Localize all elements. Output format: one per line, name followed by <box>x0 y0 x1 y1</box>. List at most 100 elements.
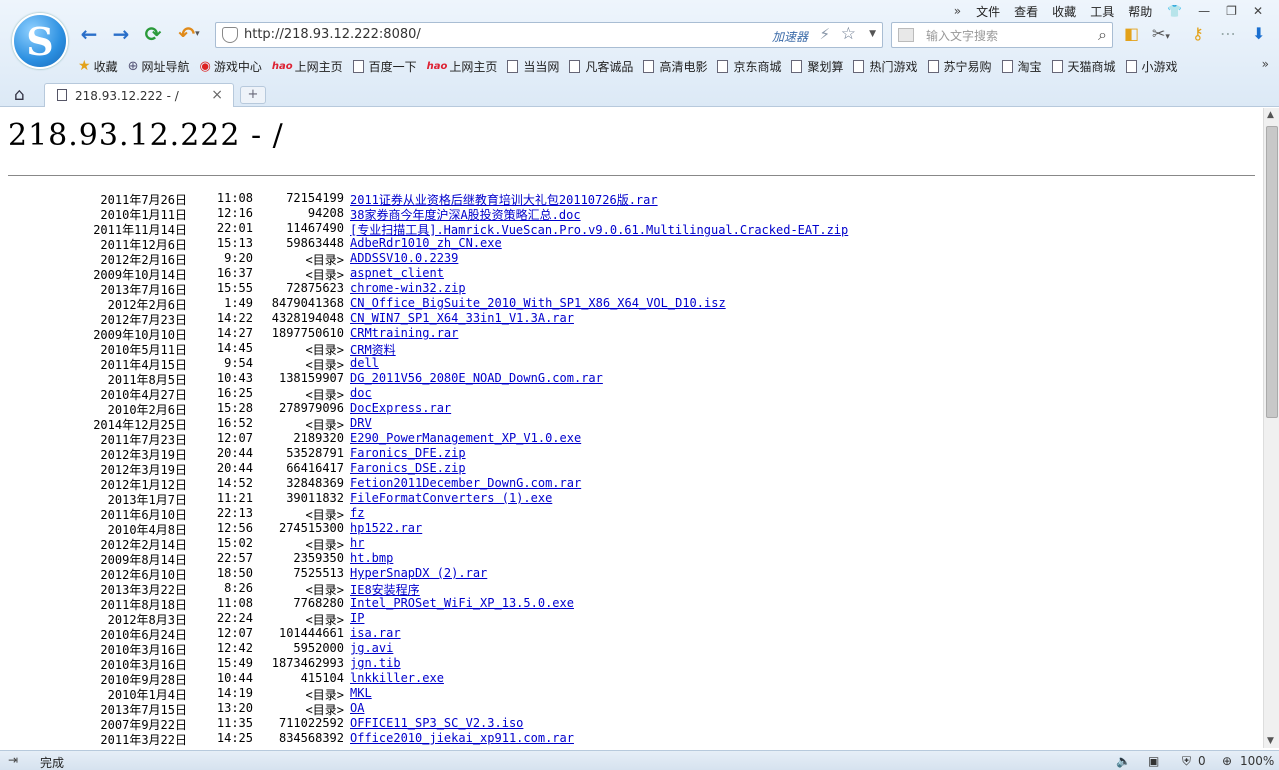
entry-link[interactable]: Faronics_DSE.zip <box>350 461 466 475</box>
entry-link[interactable]: ht.bmp <box>350 551 393 565</box>
address-dropdown-icon[interactable]: ▼ <box>869 29 876 39</box>
entry-link[interactable]: jg.avi <box>350 641 393 655</box>
favorite-item[interactable]: 当当网 <box>507 58 559 75</box>
entry-time: 12:56 <box>216 521 253 535</box>
entry-link[interactable]: Faronics_DFE.zip <box>350 446 466 460</box>
favorite-item[interactable]: 百度一下 <box>352 58 417 75</box>
search-placeholder[interactable]: 输入文字搜索 <box>926 27 998 44</box>
favorite-item[interactable]: 热门游戏 <box>853 58 918 75</box>
listing-row: 2012年2月14日 15:02 <目录> hr <box>0 536 1000 552</box>
volume-icon[interactable]: 🔈 <box>1116 754 1131 768</box>
close-window-icon[interactable]: ✕ <box>1245 4 1271 18</box>
key-icon[interactable]: ⚷ <box>1192 24 1204 43</box>
entry-link[interactable]: CN_WIN7_SP1_X64_33in1_V1.3A.rar <box>350 311 574 325</box>
entry-link[interactable]: dell <box>350 356 379 370</box>
zoom-level[interactable]: 100% <box>1240 754 1274 768</box>
favorite-item[interactable]: 淘宝 <box>1001 58 1042 75</box>
entry-link[interactable]: DRV <box>350 416 372 430</box>
menu-tools[interactable]: 工具 <box>1083 3 1121 20</box>
entry-link[interactable]: IP <box>350 611 364 625</box>
entry-link[interactable]: doc <box>350 386 372 400</box>
entry-link[interactable]: isa.rar <box>350 626 401 640</box>
search-box[interactable]: 输入文字搜索 ⌕ <box>891 22 1113 48</box>
search-icon[interactable]: ⌕ <box>1098 25 1107 45</box>
menu-favorites[interactable]: 收藏 <box>1045 3 1083 20</box>
favorite-item[interactable]: hao 上网主页 <box>427 58 498 75</box>
entry-link[interactable]: fz <box>350 506 364 520</box>
download-icon[interactable]: ⬇ <box>1252 24 1265 43</box>
expand-icon[interactable]: » <box>946 4 969 18</box>
sidebar-toggle-icon[interactable]: ⇥ <box>8 753 18 767</box>
page-icon <box>507 59 519 73</box>
entry-link[interactable]: DocExpress.rar <box>350 401 451 415</box>
scrollbar-thumb[interactable] <box>1266 126 1278 418</box>
entry-link[interactable]: hr <box>350 536 364 550</box>
entry-link[interactable]: Intel_PROSet_WiFi_XP_13.5.0.exe <box>350 596 574 610</box>
entry-time: 10:44 <box>216 671 253 685</box>
scissors-icon[interactable]: ✂▾ <box>1152 24 1170 43</box>
favorite-item[interactable]: ★ 收藏 <box>78 58 118 75</box>
favorite-item[interactable]: 高清电影 <box>643 58 707 75</box>
favorite-item[interactable]: 聚划算 <box>791 58 843 75</box>
menu-view[interactable]: 查看 <box>1007 3 1045 20</box>
undo-close-icon[interactable]: ↶ ▾ <box>172 22 206 46</box>
entry-link[interactable]: hp1522.rar <box>350 521 422 535</box>
entry-link[interactable]: AdbeRdr1010_zh_CN.exe <box>350 236 502 250</box>
entry-link[interactable]: aspnet_client <box>350 266 444 280</box>
entry-link[interactable]: OA <box>350 701 364 715</box>
forward-icon[interactable]: → <box>108 22 134 46</box>
more-tools-icon[interactable]: ⋯ <box>1220 24 1236 43</box>
accelerator-label[interactable]: 加速器 <box>772 28 808 45</box>
entry-link[interactable]: lnkkiller.exe <box>350 671 444 685</box>
tab-active[interactable]: 218.93.12.222 - / × <box>44 83 234 107</box>
favorite-item[interactable]: 天猫商城 <box>1051 58 1116 75</box>
favorite-item[interactable]: 苏宁易购 <box>927 58 992 75</box>
entry-link[interactable]: OFFICE11_SP3_SC_V2.3.iso <box>350 716 523 730</box>
search-engine-icon[interactable] <box>898 28 914 42</box>
new-tab-button[interactable]: + <box>240 86 266 104</box>
entry-link[interactable]: jgn.tib <box>350 656 401 670</box>
scroll-down-icon[interactable]: ▼ <box>1267 736 1274 746</box>
favorite-label: 百度一下 <box>368 59 417 74</box>
refresh-icon[interactable]: ⟳ <box>140 22 166 46</box>
favorite-item[interactable]: ◉ 游戏中心 <box>200 58 262 75</box>
listing-row: 2012年7月23日 14:22 4328194048 CN_WIN7_SP1_X64… <box>0 311 1000 327</box>
entry-link[interactable]: FileFormatConverters (1).exe <box>350 491 552 505</box>
skin-icon[interactable]: 👕 <box>1159 4 1190 18</box>
home-icon[interactable]: ⌂ <box>14 85 25 105</box>
scroll-up-icon[interactable]: ▲ <box>1267 110 1274 120</box>
minimize-icon[interactable]: — <box>1190 4 1218 18</box>
address-bar[interactable]: http://218.93.12.222:8080/ 加速器 ⚡ ☆ ▼ <box>215 22 883 48</box>
favorite-item[interactable]: 凡客诚品 <box>569 58 633 75</box>
entry-link[interactable]: chrome-win32.zip <box>350 281 466 295</box>
restore-icon[interactable]: ❐ <box>1218 4 1245 18</box>
adblock-icon[interactable]: ⛨ <box>1182 754 1191 769</box>
favorite-label: 收藏 <box>93 59 118 74</box>
page-icon <box>352 59 364 73</box>
favorites-more-icon[interactable]: » <box>1262 57 1269 71</box>
favorite-item[interactable]: ⊕ 网址导航 <box>128 58 190 75</box>
favorite-item[interactable]: 小游戏 <box>1125 58 1178 75</box>
entry-link[interactable]: ADDSSV10.0.2239 <box>350 251 458 265</box>
favorite-item[interactable]: hao 上网主页 <box>272 58 343 75</box>
lightning-icon[interactable]: ⚡ <box>819 25 830 43</box>
screenshot-icon[interactable]: ▣ <box>1148 754 1159 768</box>
folder-icon[interactable]: ◧ <box>1124 24 1139 43</box>
menu-file[interactable]: 文件 <box>969 3 1007 20</box>
vertical-scrollbar[interactable]: ▲ ▼ <box>1263 108 1279 748</box>
entry-link[interactable]: E290_PowerManagement_XP_V1.0.exe <box>350 431 581 445</box>
entry-link[interactable]: HyperSnapDX (2).rar <box>350 566 487 580</box>
zoom-icon[interactable]: ⊕ <box>1222 754 1232 768</box>
entry-link[interactable]: DG_2011V56_2080E_NOAD_DownG.com.rar <box>350 371 603 385</box>
menu-help[interactable]: 帮助 <box>1121 3 1159 20</box>
address-url[interactable]: http://218.93.12.222:8080/ <box>244 27 421 42</box>
tab-close-icon[interactable]: × <box>211 87 223 103</box>
entry-link[interactable]: Fetion2011December_DownG.com.rar <box>350 476 581 490</box>
entry-link[interactable]: Office2010_jiekai_xp911.com.rar <box>350 731 574 745</box>
favorite-item[interactable]: 京东商城 <box>717 58 781 75</box>
back-icon[interactable]: ← <box>76 22 102 46</box>
entry-link[interactable]: MKL <box>350 686 372 700</box>
entry-link[interactable]: CRMtraining.rar <box>350 326 458 340</box>
entry-link[interactable]: CN_Office_BigSuite_2010_With_SP1_X86_X64… <box>350 296 726 310</box>
bookmark-star-icon[interactable]: ☆ <box>841 24 856 44</box>
